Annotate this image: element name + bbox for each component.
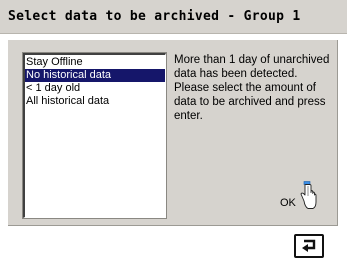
archive-dialog: Stay Offline No historical data < 1 day … <box>8 40 338 226</box>
ok-label: OK <box>280 197 296 209</box>
archive-options-list[interactable]: Stay Offline No historical data < 1 day … <box>23 53 166 218</box>
window-title: Select data to be archived - Group 1 <box>8 9 301 24</box>
ok-button[interactable]: OK <box>278 181 328 215</box>
pointing-hand-icon <box>300 181 317 209</box>
list-item-less-than-1-day-old[interactable]: < 1 day old <box>25 82 165 95</box>
instruction-message: More than 1 day of unarchived data has b… <box>174 54 330 122</box>
enter-key-button[interactable] <box>294 234 324 258</box>
list-item-all-historical-data[interactable]: All historical data <box>25 95 165 108</box>
list-item-stay-offline[interactable]: Stay Offline <box>25 56 165 69</box>
list-item-no-historical-data[interactable]: No historical data <box>25 69 165 82</box>
enter-key-icon <box>302 239 316 252</box>
title-bar: Select data to be archived - Group 1 <box>0 0 347 34</box>
